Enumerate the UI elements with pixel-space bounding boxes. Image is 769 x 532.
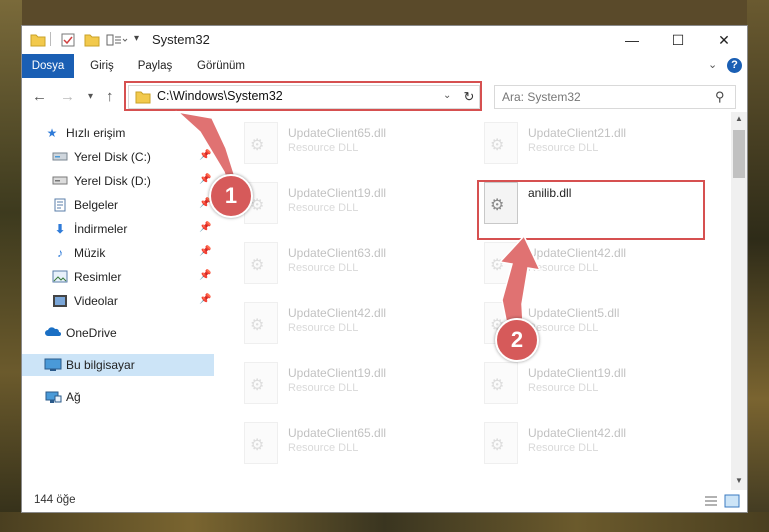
callout-step-2: 2 — [495, 318, 539, 362]
annotation-arrows — [175, 110, 542, 341]
callout-step-1: 1 — [209, 174, 253, 218]
